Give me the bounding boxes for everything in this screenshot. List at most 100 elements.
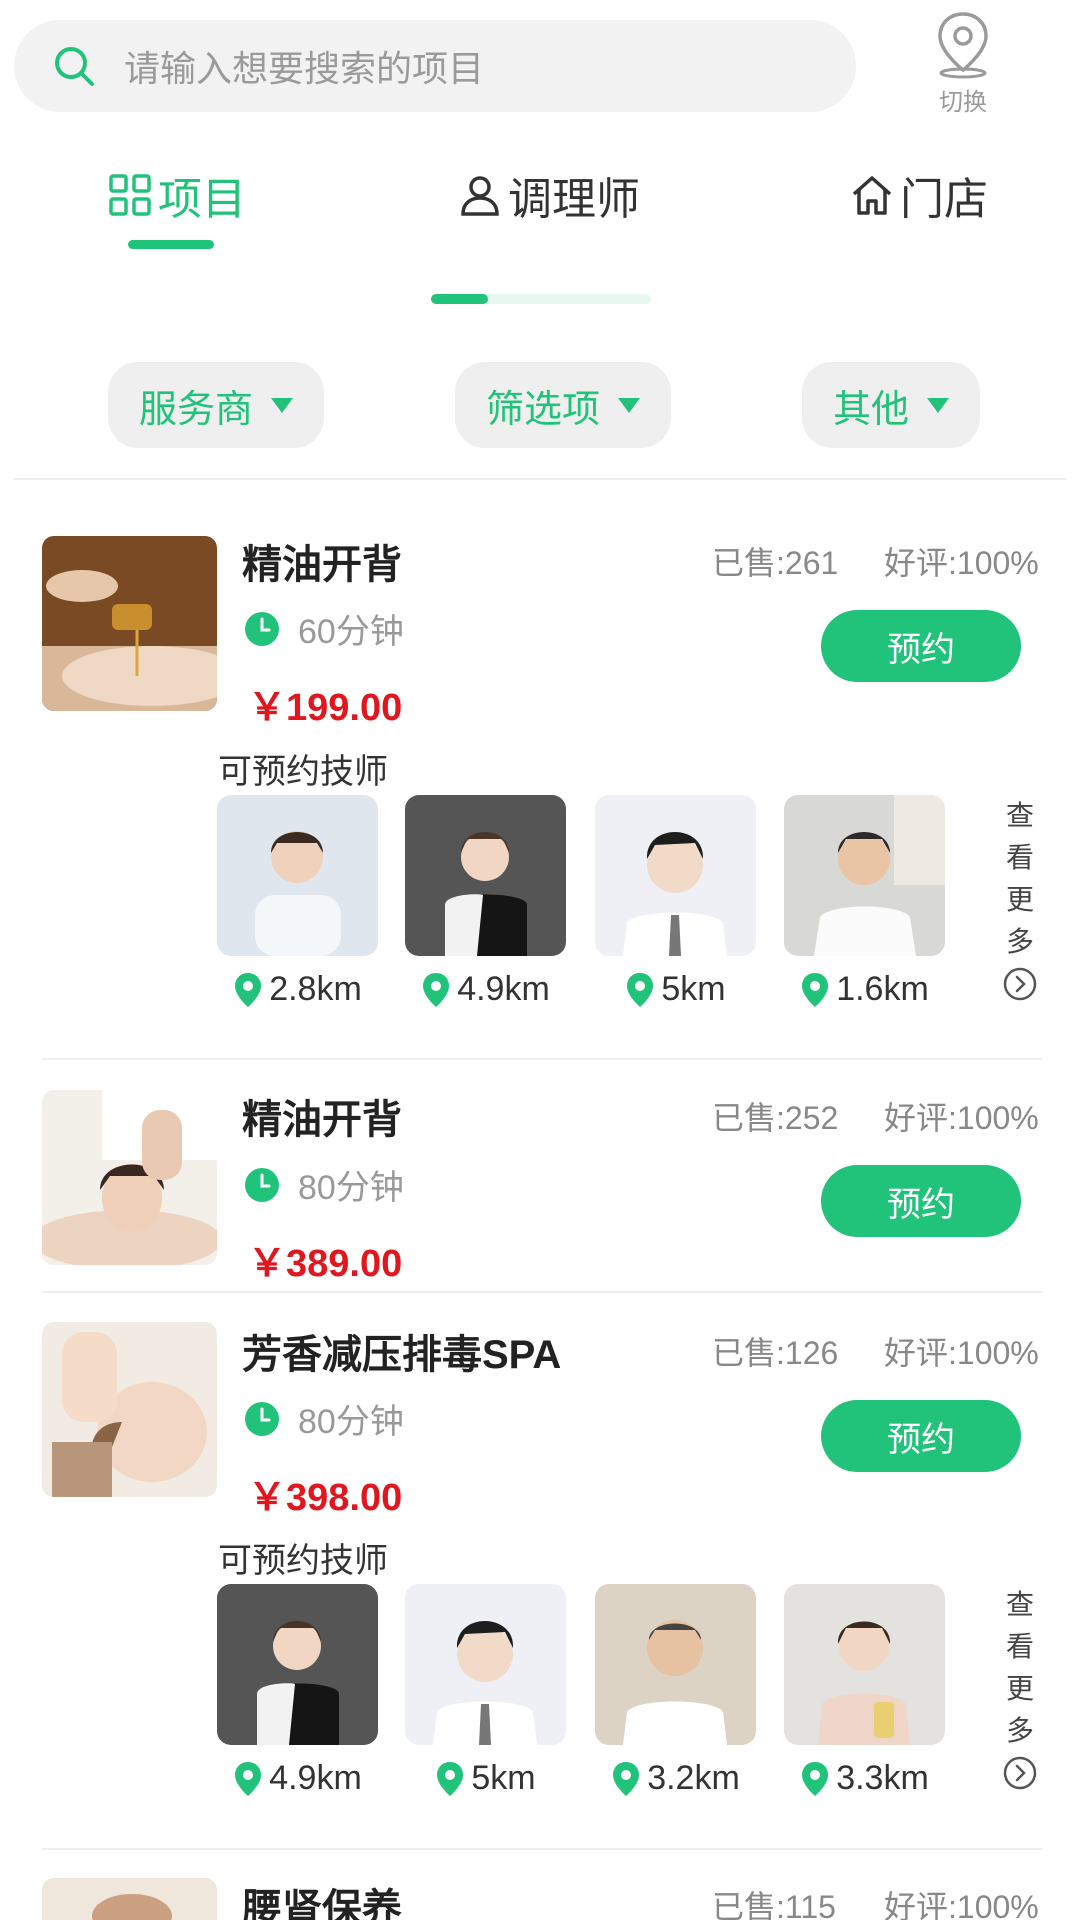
tab-projects[interactable]: 项目 [108,160,246,230]
distance-text: 3.2km [647,1759,740,1797]
card-divider [42,1291,1042,1293]
technician-photo [784,795,945,956]
technician-card[interactable]: 4.9km [405,795,566,1009]
tab-therapists-label: 调理师 [508,175,640,224]
technician-card[interactable]: 1.6km [784,795,945,1009]
technician-card[interactable]: 5km [595,795,756,1009]
service-title: 精油开背 [242,1098,402,1142]
book-button[interactable]: 预约 [821,610,1021,682]
service-title: 腰肾保养 [242,1887,402,1920]
tab-therapists[interactable]: 调理师 [458,160,640,230]
distance-text: 3.3km [836,1759,929,1797]
location-pin-icon [802,1761,829,1796]
view-more-char: 更 [1005,884,1034,915]
technician-card[interactable]: 3.3km [784,1584,945,1798]
book-button[interactable]: 预约 [821,1165,1021,1237]
caret-down-icon [271,397,293,413]
distance-text: 1.6km [836,970,929,1008]
technician-card[interactable]: 2.8km [217,795,378,1009]
distance-text: 4.9km [457,970,550,1008]
filter-divider [14,478,1066,480]
technician-photo [405,795,566,956]
chevron-right-circle-icon [1003,967,1037,1001]
service-thumbnail [42,536,217,711]
location-pin-icon [613,1761,640,1796]
tab-stores-label: 门店 [900,175,988,224]
search-icon [55,47,94,86]
view-more-char: 查 [1005,1589,1034,1620]
service-title: 精油开背 [242,543,402,587]
technician-distance: 5km [595,970,756,1009]
technician-card[interactable]: 5km [405,1584,566,1798]
rating: 好评:100% [884,1100,1039,1136]
tab-scroll-indicator [431,294,651,304]
distance-text: 5km [471,1759,536,1797]
technicians-label: 可预约技师 [218,753,388,791]
location-pin-icon [802,972,829,1007]
service-price: ￥398.00 [248,1477,403,1519]
technician-card[interactable]: 3.2km [595,1584,756,1798]
rating: 好评:100% [884,545,1039,581]
service-thumbnail [42,1322,217,1497]
view-more-char: 更 [1005,1673,1034,1704]
clock-icon [245,1167,279,1202]
active-tab-indicator [128,240,214,249]
rating: 好评:100% [884,1335,1039,1371]
duration-text: 60分钟 [298,613,404,651]
technician-distance: 4.9km [405,970,566,1009]
chevron-right-circle-icon [1003,1756,1037,1790]
book-button[interactable]: 预约 [821,1400,1021,1472]
view-more-button[interactable]: 查 看 更 多 [1000,795,1040,1001]
sold-count: 已售:261 [712,545,839,581]
filter-provider-label: 服务商 [138,388,253,431]
technician-photo [217,795,378,956]
sold-count: 已售:252 [712,1100,839,1136]
distance-text: 5km [661,970,726,1008]
location-pin-icon [938,12,988,79]
grid-icon [109,174,151,216]
home-icon [852,176,892,215]
caret-down-icon [927,397,949,413]
service-thumbnail [42,1878,217,1920]
view-more-button[interactable]: 查 看 更 多 [1000,1584,1040,1790]
filter-options[interactable]: 筛选项 [455,362,671,448]
technicians-label: 可预约技师 [218,1542,388,1580]
service-title: 芳香减压排毒SPA [242,1333,562,1377]
clock-icon [245,611,279,646]
view-more-char: 多 [1005,926,1034,957]
service-duration: 80分钟 [244,1160,404,1209]
view-more-char: 查 [1005,800,1034,831]
filter-other-label: 其他 [832,388,909,431]
service-thumbnail [42,1090,217,1265]
view-more-char: 看 [1005,1631,1034,1662]
service-price: ￥199.00 [248,687,403,729]
switch-location-label: 切换 [939,89,987,116]
filter-other[interactable]: 其他 [802,362,980,448]
technician-distance: 3.3km [784,1759,945,1798]
technician-photo [784,1584,945,1745]
location-pin-icon [235,1761,262,1796]
switch-location-button[interactable]: 切换 [924,10,1002,120]
search-bar[interactable]: 请输入想要搜索的项目 [14,20,856,112]
filter-provider[interactable]: 服务商 [108,362,324,448]
card-divider [42,1058,1042,1060]
service-price: ￥389.00 [248,1243,403,1285]
tab-stores[interactable]: 门店 [850,160,988,230]
sold-count: 已售:126 [712,1335,839,1371]
technician-card[interactable]: 4.9km [217,1584,378,1798]
technician-photo [595,1584,756,1745]
tab-scroll-thumb [431,294,488,304]
person-icon [461,176,499,216]
rating: 好评:100% [884,1889,1039,1920]
duration-text: 80分钟 [298,1169,404,1207]
technician-distance: 3.2km [595,1759,756,1798]
sold-count: 已售:115 [712,1889,836,1920]
search-placeholder: 请输入想要搜索的项目 [124,48,485,89]
view-more-char: 多 [1005,1715,1034,1746]
distance-text: 2.8km [269,970,362,1008]
technician-distance: 5km [405,1759,566,1798]
view-more-char: 看 [1005,842,1034,873]
location-pin-icon [437,1761,464,1796]
clock-icon [245,1401,279,1436]
technician-photo [405,1584,566,1745]
